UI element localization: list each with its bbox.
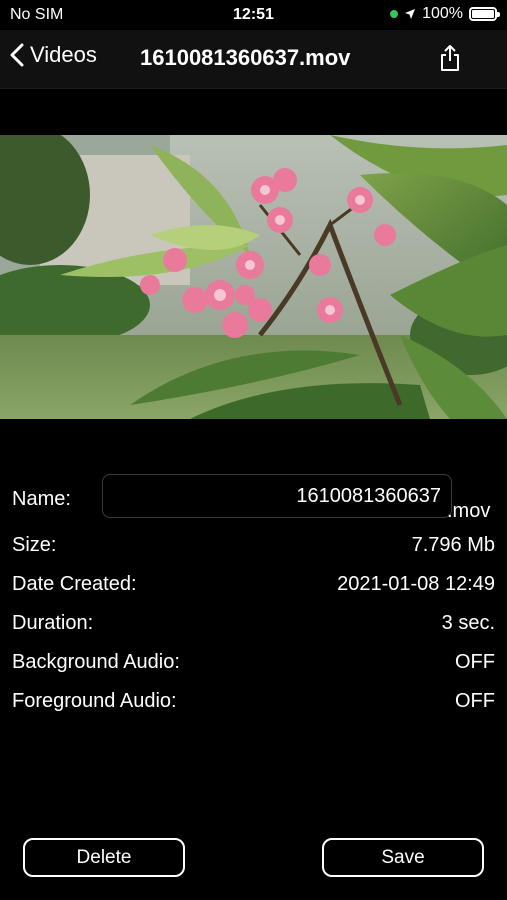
back-label: Videos: [30, 42, 97, 67]
status-right: 100%: [390, 5, 500, 23]
thumbnail-image: [0, 135, 507, 419]
video-thumbnail[interactable]: [0, 135, 507, 419]
location-arrow-icon: [405, 9, 416, 19]
navigation-bar: Videos 1610081360637.mov: [0, 30, 507, 89]
background-audio-label: Background Audio:: [12, 651, 180, 673]
date-value: 2021-01-08 12:49: [337, 573, 495, 595]
save-button[interactable]: Save: [322, 838, 484, 877]
name-input[interactable]: 1610081360637: [102, 474, 452, 518]
name-label: Name:: [12, 488, 71, 510]
foreground-audio-row: Foreground Audio: OFF: [12, 686, 495, 716]
status-bar: No SIM 12:51 100%: [0, 0, 507, 30]
background-audio-value: OFF: [455, 651, 495, 673]
share-button[interactable]: [439, 44, 461, 77]
date-label: Date Created:: [12, 573, 137, 595]
size-label: Size:: [12, 534, 57, 556]
duration-row: Duration: 3 sec.: [12, 608, 495, 638]
battery-icon: [469, 7, 500, 21]
date-row: Date Created: 2021-01-08 12:49: [12, 569, 495, 599]
battery-percent: 100%: [422, 5, 463, 22]
foreground-audio-value: OFF: [455, 690, 495, 712]
foreground-audio-label: Foreground Audio:: [12, 690, 177, 712]
duration-label: Duration:: [12, 612, 94, 634]
extension-label: .mov: [447, 500, 491, 522]
back-button[interactable]: Videos: [10, 42, 97, 68]
size-value: 7.796 Mb: [411, 534, 495, 556]
background-audio-row: Background Audio: OFF: [12, 647, 495, 677]
name-row: Name: 1610081360637 .mov: [12, 474, 495, 522]
chevron-left-icon: [10, 43, 24, 67]
page-title: 1610081360637.mov: [140, 45, 351, 70]
duration-value: 3 sec.: [441, 612, 495, 634]
size-row: Size: 7.796 Mb: [12, 530, 495, 560]
share-icon: [441, 45, 459, 71]
location-dot-icon: [390, 10, 399, 18]
delete-button[interactable]: Delete: [23, 838, 185, 877]
